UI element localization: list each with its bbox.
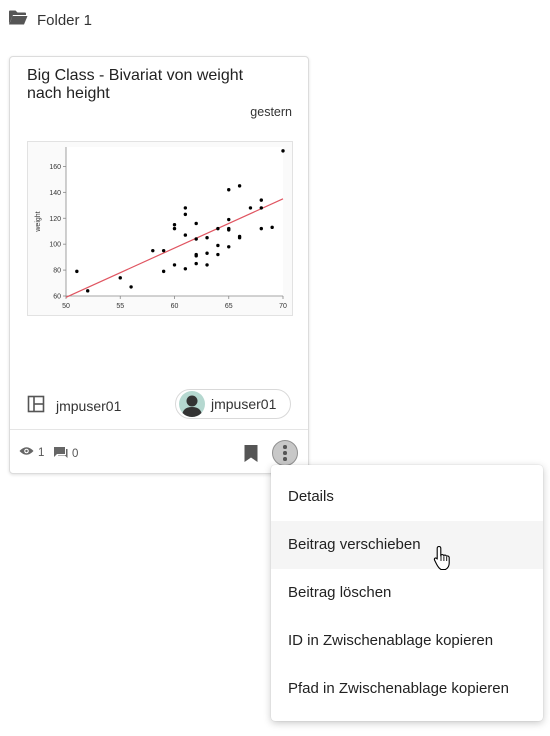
- y-tick-label: 100: [49, 242, 61, 249]
- view-count-value: 1: [38, 446, 45, 459]
- data-point: [75, 269, 79, 274]
- data-point: [227, 245, 231, 249]
- menu-item-details[interactable]: Details: [271, 473, 543, 521]
- data-point: [118, 276, 122, 280]
- y-axis-label: weight: [35, 211, 42, 232]
- menu-item-copy-path[interactable]: Pfad in Zwischenablage kopieren: [271, 665, 543, 713]
- data-point: [281, 149, 285, 153]
- data-point: [237, 234, 242, 239]
- data-point: [237, 184, 242, 188]
- x-tick-label: 70: [279, 303, 287, 310]
- scatter-chart: 60 80 100 120 140 160 50 55 60 65 70 weight: [35, 147, 287, 310]
- y-tick-label: 160: [49, 164, 61, 171]
- x-tick-label: 50: [62, 303, 70, 310]
- y-tick-label: 140: [49, 190, 61, 197]
- data-point: [259, 226, 263, 231]
- data-point: [227, 226, 231, 231]
- card-date: gestern: [250, 105, 292, 119]
- data-point: [248, 206, 253, 210]
- data-point: [161, 248, 166, 253]
- comment-count: 0: [53, 446, 78, 462]
- data-point: [216, 252, 220, 257]
- folder-open-icon: [8, 9, 28, 31]
- data-point: [259, 206, 263, 210]
- data-point: [227, 217, 231, 222]
- more-options-button[interactable]: [272, 440, 298, 466]
- menu-item-move-post[interactable]: Beitrag verschieben: [271, 521, 543, 569]
- data-point: [194, 237, 198, 241]
- y-tick-label: 60: [53, 294, 61, 301]
- dashboard-layout-icon: [27, 395, 45, 416]
- author-chip[interactable]: jmpuser01: [175, 389, 291, 419]
- bookmark-icon[interactable]: [243, 444, 259, 468]
- menu-item-copy-id[interactable]: ID in Zwischenablage kopieren: [271, 617, 543, 665]
- menu-item-delete-post[interactable]: Beitrag löschen: [271, 569, 543, 617]
- plot-area: [66, 147, 283, 296]
- owner-name: jmpuser01: [56, 397, 122, 414]
- data-point: [216, 226, 220, 231]
- data-point: [205, 235, 209, 240]
- folder-name: Folder 1: [37, 11, 93, 29]
- data-point: [183, 267, 188, 271]
- card-owner: jmpuser01: [27, 395, 121, 416]
- data-point: [183, 206, 188, 210]
- context-menu: Details Beitrag verschieben Beitrag lösc…: [271, 465, 543, 721]
- data-point: [151, 248, 155, 253]
- data-point: [183, 212, 188, 217]
- data-point: [86, 289, 90, 293]
- more-vert-icon: [283, 445, 287, 449]
- x-tick-label: 55: [116, 303, 124, 310]
- comment-count-value: 0: [72, 448, 79, 460]
- card-footer: 1 0: [10, 429, 308, 476]
- eye-icon: [19, 446, 34, 459]
- hand-pointer-cursor-icon: [433, 545, 453, 576]
- chart-thumbnail[interactable]: 60 80 100 120 140 160 50 55 60 65 70 weight: [27, 141, 293, 316]
- data-point: [227, 188, 231, 192]
- x-tick-label: 60: [171, 303, 179, 310]
- x-tick-label: 65: [225, 303, 233, 310]
- data-point: [259, 198, 263, 202]
- data-point: [129, 285, 133, 289]
- data-point: [205, 263, 209, 267]
- data-point: [172, 263, 177, 267]
- data-point: [270, 225, 274, 230]
- post-card[interactable]: Big Class - Bivariat von weight nach hei…: [9, 56, 309, 474]
- view-count: 1: [19, 446, 44, 459]
- y-tick-label: 120: [49, 216, 61, 223]
- folder-header[interactable]: Folder 1: [8, 9, 92, 31]
- data-point: [194, 261, 198, 266]
- avatar: [179, 391, 205, 417]
- data-point: [172, 226, 177, 231]
- data-point: [194, 252, 198, 257]
- data-point: [216, 243, 220, 248]
- data-point: [183, 233, 188, 237]
- data-point: [161, 269, 166, 274]
- data-point: [172, 223, 177, 227]
- data-point: [205, 251, 209, 255]
- card-title[interactable]: Big Class - Bivariat von weight nach hei…: [27, 67, 277, 103]
- author-name: jmpuser01: [211, 396, 277, 412]
- y-tick-label: 80: [53, 268, 61, 275]
- comment-icon: [53, 446, 68, 462]
- data-point: [194, 221, 198, 226]
